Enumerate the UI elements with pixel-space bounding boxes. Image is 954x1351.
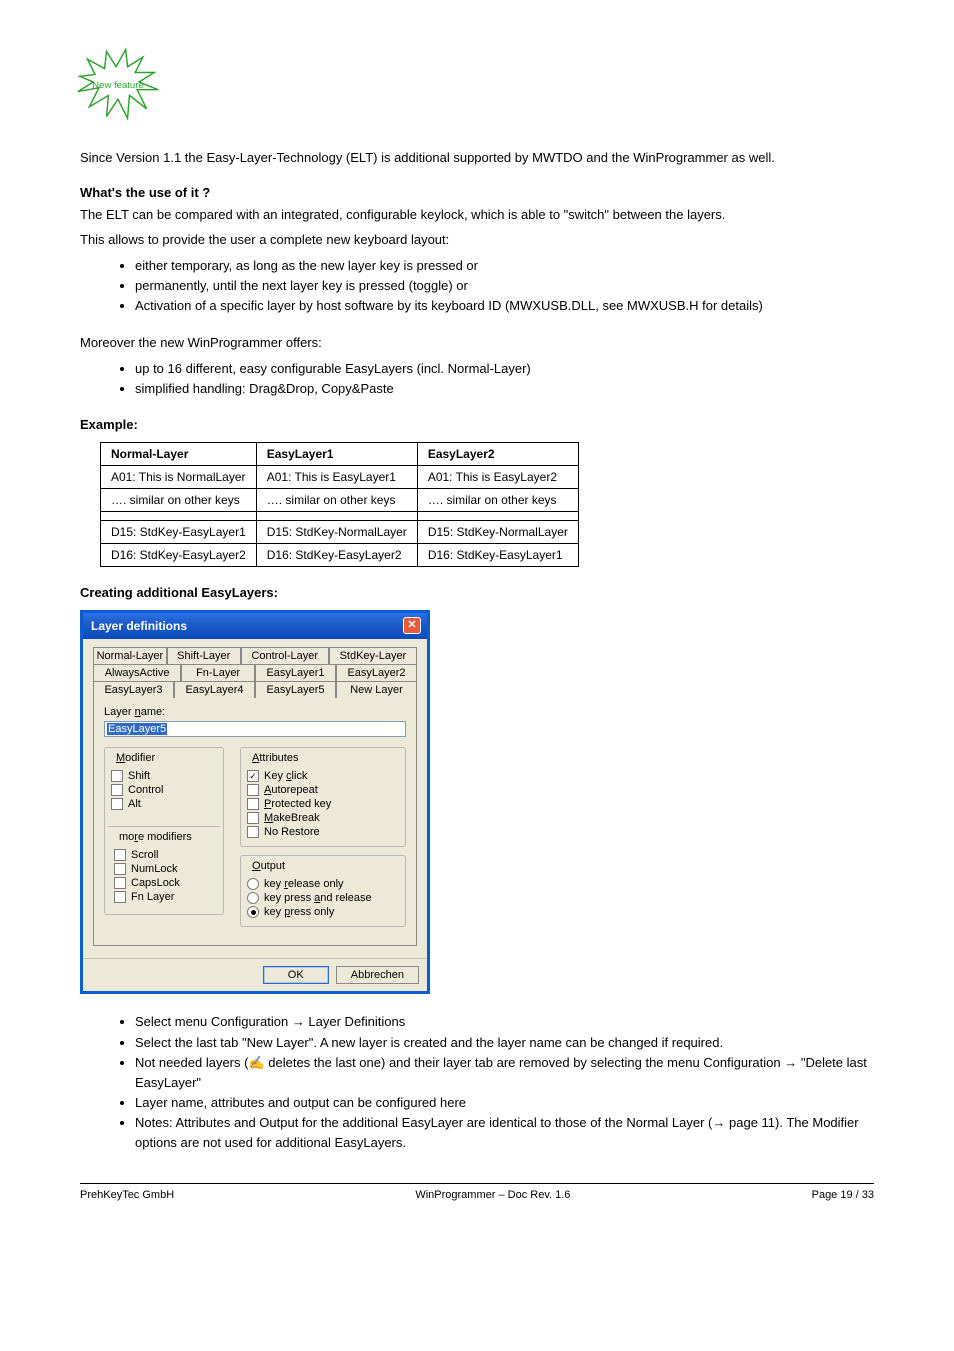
section-whats-use-body: The ELT can be compared with an integrat…: [80, 206, 874, 225]
bullet-list-1: either temporary, as long as the new lay…: [80, 256, 874, 316]
table-header: Normal-Layer: [101, 443, 257, 466]
bullet-item: up to 16 different, easy configurable Ea…: [135, 359, 874, 379]
output-fieldset: Output key release only key press and re…: [240, 855, 406, 927]
tab-easylayer1[interactable]: EasyLayer1: [255, 664, 336, 681]
checkbox-scroll[interactable]: [114, 849, 126, 861]
bullet-item: Layer name, attributes and output can be…: [135, 1093, 874, 1113]
table-row: [101, 512, 579, 521]
arrow-right-icon: →: [712, 1115, 725, 1130]
tab-fn-layer[interactable]: Fn-Layer: [181, 664, 255, 681]
checkbox-capslock[interactable]: [114, 877, 126, 889]
example-title: Example:: [80, 417, 874, 432]
bullet-item: Select menu Configuration → Layer Defini…: [135, 1012, 874, 1032]
cancel-button[interactable]: Abbrechen: [336, 966, 419, 984]
bullet-item: Activation of a specific layer by host s…: [135, 296, 874, 316]
creating-bullets: Select menu Configuration → Layer Defini…: [80, 1012, 874, 1153]
footer-left: PrehKeyTec GmbH: [80, 1189, 174, 1201]
table-header: EasyLayer1: [256, 443, 417, 466]
checkbox-protected[interactable]: [247, 798, 259, 810]
output-legend: Output: [249, 860, 288, 872]
footer-right: Page 19 / 33: [812, 1189, 874, 1201]
checkbox-shift[interactable]: [111, 770, 123, 782]
modifier-legend: Modifier: [113, 752, 158, 764]
tab-control-layer[interactable]: Control-Layer: [241, 647, 329, 664]
tab-alwaysactive[interactable]: AlwaysActive: [93, 664, 181, 681]
layer-definitions-dialog: Layer definitions ✕ Normal-Layer Shift-L…: [80, 610, 430, 994]
close-icon[interactable]: ✕: [403, 617, 421, 634]
bullets-intro-1: This allows to provide the user a comple…: [80, 231, 874, 250]
tab-easylayer5[interactable]: EasyLayer5: [255, 681, 336, 698]
checkbox-autorepeat[interactable]: [247, 784, 259, 796]
page-footer: PrehKeyTec GmbH WinProgrammer – Doc Rev.…: [80, 1183, 874, 1201]
checkbox-fnlayer[interactable]: [114, 891, 126, 903]
radio-release-only[interactable]: [247, 878, 259, 890]
layer-name-label: Layer name:: [104, 706, 406, 718]
bullet-item: simplified handling: Drag&Drop, Copy&Pas…: [135, 379, 874, 399]
dialog-titlebar[interactable]: Layer definitions ✕: [83, 613, 427, 639]
example-table: Normal-Layer EasyLayer1 EasyLayer2 A01: …: [100, 442, 579, 567]
bullet-item: Select the last tab "New Layer". A new l…: [135, 1033, 874, 1053]
dialog-title: Layer definitions: [91, 619, 187, 633]
tab-easylayer3[interactable]: EasyLayer3: [93, 681, 174, 698]
footer-center: WinProgrammer – Doc Rev. 1.6: [415, 1189, 570, 1201]
tab-stdkey-layer[interactable]: StdKey-Layer: [329, 647, 417, 664]
attributes-legend: Attributes: [249, 752, 301, 764]
modifier-fieldset: Modifier Shift Control Alt more modifier…: [104, 747, 224, 915]
checkbox-alt[interactable]: [111, 798, 123, 810]
tab-easylayer2[interactable]: EasyLayer2: [336, 664, 417, 681]
radio-press-only[interactable]: [247, 906, 259, 918]
checkbox-control[interactable]: [111, 784, 123, 796]
starburst-graphic: New feature: [70, 40, 874, 129]
section-whats-use-title: What's the use of it ?: [80, 185, 874, 200]
tab-easylayer4[interactable]: EasyLayer4: [174, 681, 255, 698]
bullet-item: Not needed layers (✍ deletes the last on…: [135, 1053, 874, 1093]
pointer-icon: ✍: [248, 1055, 264, 1070]
tab-normal-layer[interactable]: Normal-Layer: [93, 647, 167, 664]
bullet-list-2: up to 16 different, easy configurable Ea…: [80, 359, 874, 399]
tab-shift-layer[interactable]: Shift-Layer: [167, 647, 241, 664]
radio-press-and-release[interactable]: [247, 892, 259, 904]
ok-button[interactable]: OK: [263, 966, 329, 984]
checkbox-numlock[interactable]: [114, 863, 126, 875]
table-row: D16: StdKey-EasyLayer2D16: StdKey-EasyLa…: [101, 544, 579, 567]
bullet-item: permanently, until the next layer key is…: [135, 276, 874, 296]
table-header: EasyLayer2: [417, 443, 578, 466]
intro-paragraph: Since Version 1.1 the Easy-Layer-Technol…: [80, 149, 874, 167]
tab-new-layer[interactable]: New Layer: [336, 681, 417, 698]
table-row: A01: This is NormalLayerA01: This is Eas…: [101, 466, 579, 489]
table-row: …. similar on other keys…. similar on ot…: [101, 489, 579, 512]
tabs-container: Normal-Layer Shift-Layer Control-Layer S…: [93, 647, 417, 946]
table-header-row: Normal-Layer EasyLayer1 EasyLayer2: [101, 443, 579, 466]
checkbox-keyclick[interactable]: ✓: [247, 770, 259, 782]
bullet-item: either temporary, as long as the new lay…: [135, 256, 874, 276]
more-modifiers-fieldset: more modifiers Scroll NumLock CapsLock F…: [108, 826, 220, 911]
layer-name-input[interactable]: EasyLayer5: [104, 721, 406, 737]
checkbox-makebreak[interactable]: [247, 812, 259, 824]
more-modifiers-legend: more modifiers: [116, 831, 195, 843]
checkbox-norestore[interactable]: [247, 826, 259, 838]
starburst-label: New feature: [92, 80, 143, 91]
table-row: D15: StdKey-EasyLayer1D15: StdKey-Normal…: [101, 521, 579, 544]
bullets-intro-2: Moreover the new WinProgrammer offers:: [80, 334, 874, 353]
bullet-item: Notes: Attributes and Output for the add…: [135, 1113, 874, 1153]
attributes-fieldset: Attributes ✓Key click Autorepeat Protect…: [240, 747, 406, 847]
creating-title: Creating additional EasyLayers:: [80, 585, 874, 600]
